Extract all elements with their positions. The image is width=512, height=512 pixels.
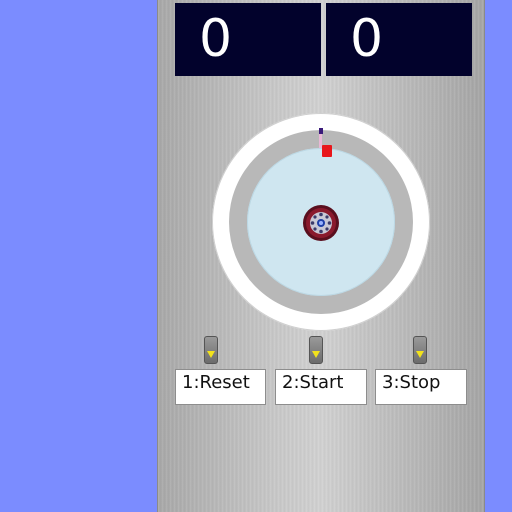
left-counter-display: 0 <box>175 3 321 76</box>
start-button-label: 2:Start <box>282 372 344 393</box>
left-counter-value: 0 <box>199 9 233 69</box>
dial-position-marker <box>322 145 332 157</box>
dial-hub-icon <box>302 204 340 242</box>
right-counter-display: 0 <box>326 3 472 76</box>
dial-marker-tip <box>319 128 323 134</box>
stop-button-label: 3:Stop <box>382 372 441 393</box>
start-button[interactable]: 2:Start <box>275 369 367 405</box>
reset-button[interactable]: 1:Reset <box>175 369 266 405</box>
right-counter-value: 0 <box>350 9 384 69</box>
stop-indicator-icon <box>413 336 427 364</box>
stop-button[interactable]: 3:Stop <box>375 369 467 405</box>
reset-button-label: 1:Reset <box>182 372 250 393</box>
start-indicator-icon <box>309 336 323 364</box>
reset-indicator-icon <box>204 336 218 364</box>
